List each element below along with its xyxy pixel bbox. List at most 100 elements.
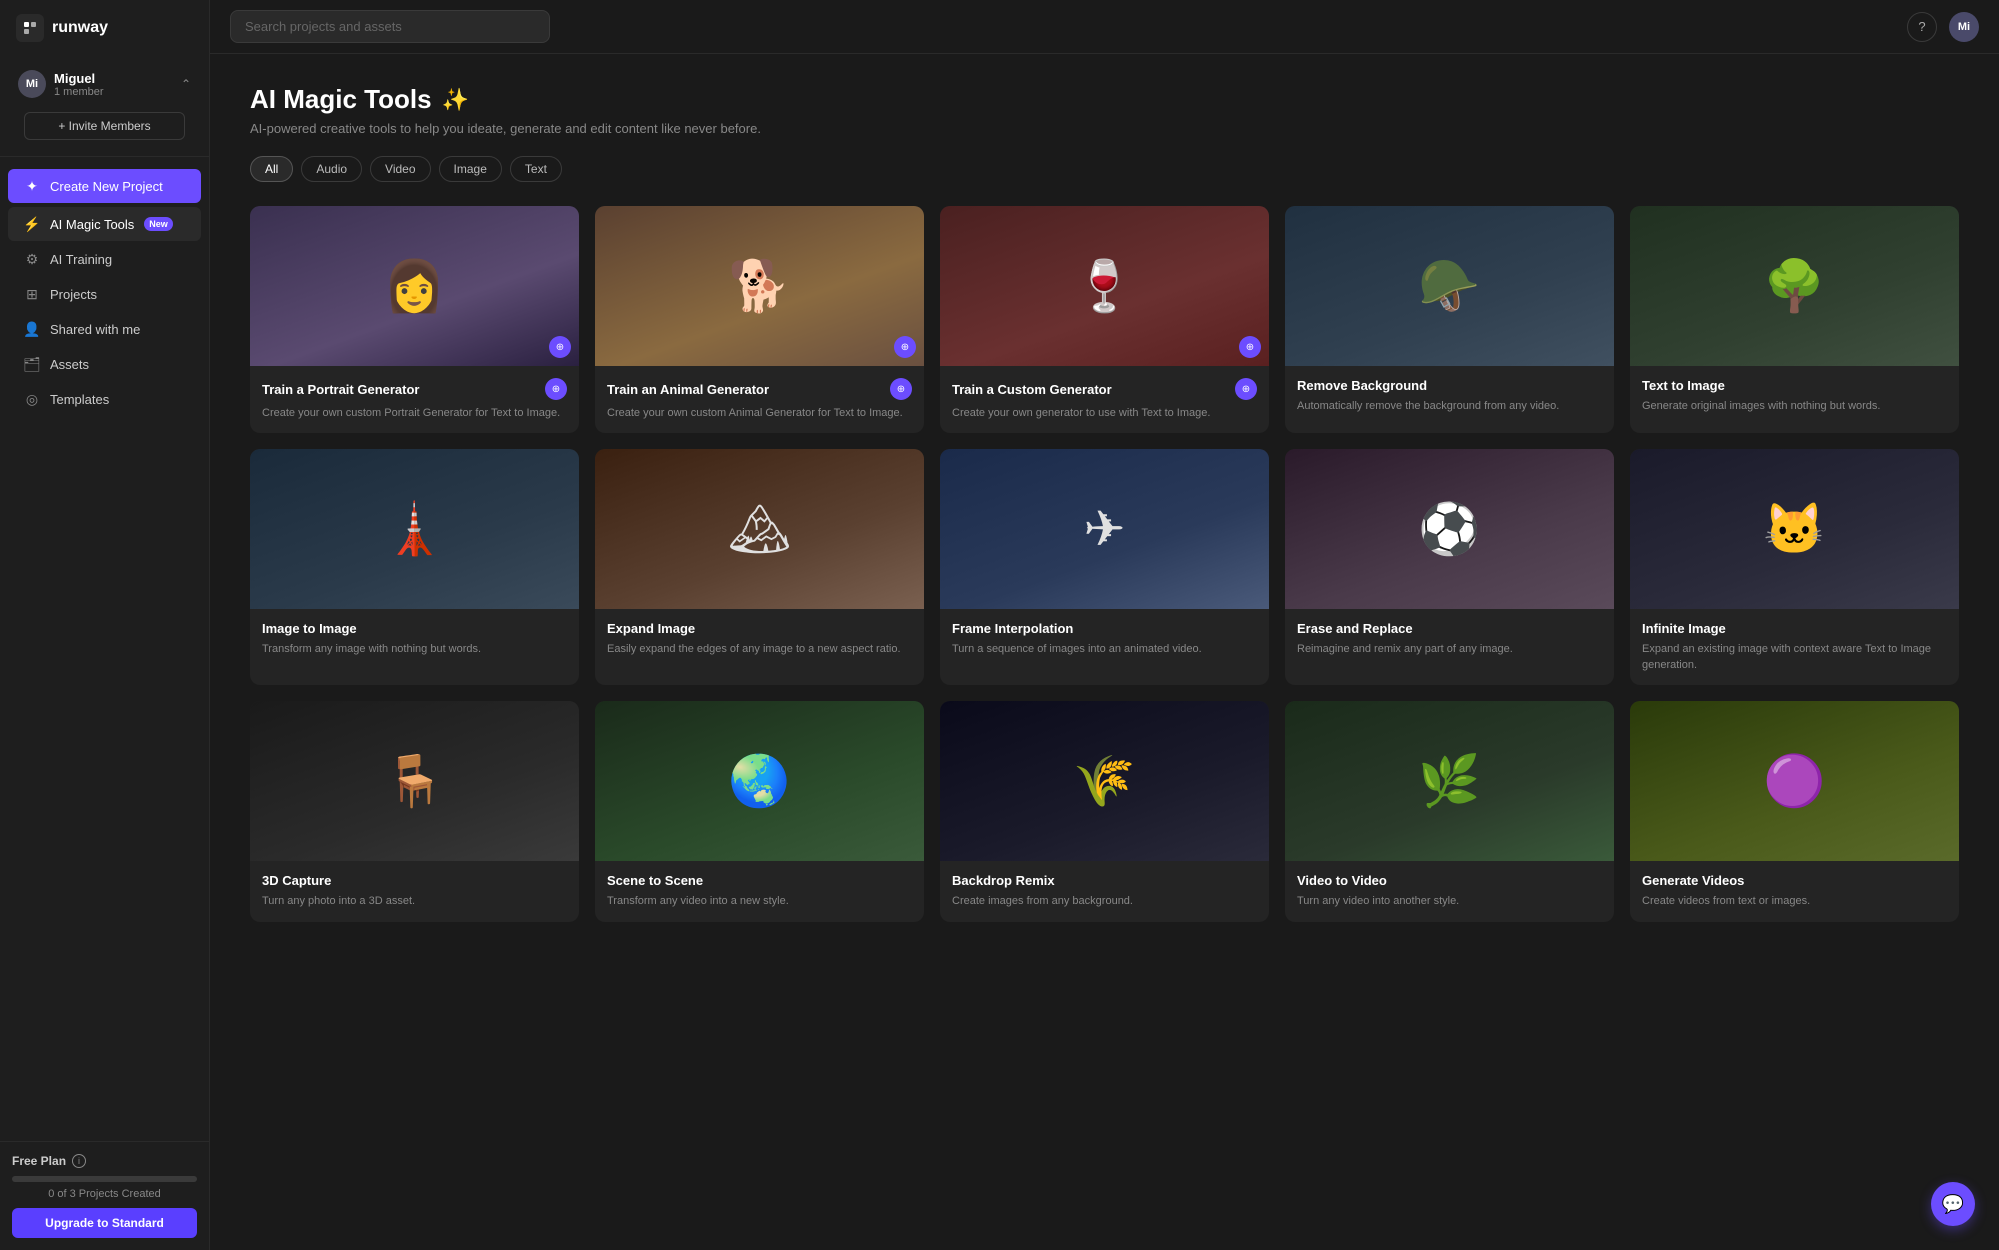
tool-card-custom-generator[interactable]: 🍷⊕Train a Custom Generator⊕Create your o…	[940, 206, 1269, 433]
filter-tab-video[interactable]: Video	[370, 156, 430, 182]
filter-tabs: All Audio Video Image Text	[250, 156, 1959, 182]
tool-title-remove-background: Remove Background	[1297, 378, 1427, 393]
filter-tab-image[interactable]: Image	[439, 156, 502, 182]
tool-card-portrait-generator[interactable]: 👩⊕Train a Portrait Generator⊕Create your…	[250, 206, 579, 433]
tool-title-erase-and-replace: Erase and Replace	[1297, 621, 1413, 636]
tool-card-row3e[interactable]: 🟣Generate VideosCreate videos from text …	[1630, 701, 1959, 921]
tool-title-infinite-image: Infinite Image	[1642, 621, 1726, 636]
plus-icon: ✦	[24, 178, 40, 194]
training-icon: ⚙	[24, 251, 40, 267]
tool-card-row3c[interactable]: 🌾Backdrop RemixCreate images from any ba…	[940, 701, 1269, 921]
sidebar-item-assets[interactable]: 🗂 Assets	[8, 347, 201, 381]
tool-card-image-portrait-generator: 👩⊕	[250, 206, 579, 366]
filter-tab-all[interactable]: All	[250, 156, 293, 182]
tool-title-custom-generator: Train a Custom Generator	[952, 382, 1112, 397]
assets-icon: 🗂	[24, 356, 40, 372]
tool-desc-animal-generator: Create your own custom Animal Generator …	[607, 406, 912, 421]
info-icon[interactable]: i	[72, 1154, 86, 1168]
ai-training-label: AI Training	[50, 252, 112, 267]
workspace-row[interactable]: Mi Miguel 1 member ⌃	[12, 64, 197, 104]
tool-title-row3b: Scene to Scene	[607, 873, 703, 888]
free-plan-label: Free Plan	[12, 1154, 66, 1168]
chat-bubble-button[interactable]: 💬	[1931, 1182, 1975, 1226]
tool-title-row3d: Video to Video	[1297, 873, 1387, 888]
upgrade-button[interactable]: Upgrade to Standard	[12, 1208, 197, 1238]
ai-magic-tools-label: AI Magic Tools	[50, 217, 134, 232]
tool-desc-remove-background: Automatically remove the background from…	[1297, 399, 1602, 414]
tool-title-row3e: Generate Videos	[1642, 873, 1744, 888]
page-title: AI Magic Tools	[250, 84, 432, 115]
tool-badge-icon-animal-generator: ⊕	[890, 378, 912, 400]
sidebar-item-create-project[interactable]: ✦ Create New Project	[8, 169, 201, 203]
projects-icon: ⊞	[24, 286, 40, 302]
tool-desc-frame-interpolation: Turn a sequence of images into an animat…	[952, 642, 1257, 657]
shared-label: Shared with me	[50, 322, 140, 337]
page-title-row: AI Magic Tools ✨	[250, 84, 1959, 115]
assets-label: Assets	[50, 357, 89, 372]
sidebar-item-projects[interactable]: ⊞ Projects	[8, 277, 201, 311]
filter-tab-text[interactable]: Text	[510, 156, 562, 182]
tool-card-row3a[interactable]: 🪑3D CaptureTurn any photo into a 3D asse…	[250, 701, 579, 921]
sidebar-item-shared[interactable]: 👤 Shared with me	[8, 312, 201, 346]
tool-card-animal-generator[interactable]: 🐕⊕Train an Animal Generator⊕Create your …	[595, 206, 924, 433]
top-bar-right: ? Mi	[1907, 12, 1979, 42]
logo-icon	[16, 14, 44, 42]
sidebar-footer: Free Plan i 0 of 3 Projects Created Upgr…	[0, 1141, 209, 1250]
page-header: AI Magic Tools ✨ AI-powered creative too…	[250, 84, 1959, 136]
tool-card-remove-background[interactable]: 🪖 Remove Background Automatically remove t…	[1285, 206, 1614, 433]
sidebar-nav: ✦ Create New Project ⚡ AI Magic Tools Ne…	[0, 157, 209, 1141]
tool-desc-custom-generator: Create your own generator to use with Te…	[952, 406, 1257, 421]
shared-icon: 👤	[24, 321, 40, 337]
tool-desc-image-to-image: Transform any image with nothing but wor…	[262, 642, 567, 657]
invite-members-button[interactable]: + Invite Members	[24, 112, 185, 140]
tool-card-erase-and-replace[interactable]: ⚽Erase and ReplaceReimagine and remix an…	[1285, 449, 1614, 685]
tool-desc-expand-image: Easily expand the edges of any image to …	[607, 642, 912, 657]
page-subtitle: AI-powered creative tools to help you id…	[250, 121, 1959, 136]
tool-desc-row3e: Create videos from text or images.	[1642, 894, 1947, 909]
tool-desc-row3d: Turn any video into another style.	[1297, 894, 1602, 909]
tool-card-image-infinite-image: 🐱	[1630, 449, 1959, 609]
tool-title-frame-interpolation: Frame Interpolation	[952, 621, 1073, 636]
tool-desc-portrait-generator: Create your own custom Portrait Generato…	[262, 406, 567, 421]
templates-label: Templates	[50, 392, 109, 407]
main-content: ? Mi AI Magic Tools ✨ AI-powered creativ…	[210, 0, 1999, 1250]
workspace-section: Mi Miguel 1 member ⌃ + Invite Members	[0, 56, 209, 157]
tool-desc-text-to-image: Generate original images with nothing bu…	[1642, 399, 1947, 414]
create-project-label: Create New Project	[50, 179, 163, 194]
tool-card-infinite-image[interactable]: 🐱Infinite ImageExpand an existing image …	[1630, 449, 1959, 685]
templates-icon: ◎	[24, 391, 40, 407]
tool-card-frame-interpolation[interactable]: ✈ Frame Interpolation Turn a sequence of i…	[940, 449, 1269, 685]
tool-card-image-text-to-image: 🌳	[1630, 206, 1959, 366]
search-input[interactable]	[230, 10, 550, 43]
logo-area: runway	[0, 0, 209, 56]
user-avatar[interactable]: Mi	[1949, 12, 1979, 42]
tool-card-image-frame-interpolation: ✈	[940, 449, 1269, 609]
tool-card-badge: ⊕	[894, 336, 916, 358]
projects-count-label: 0 of 3 Projects Created	[12, 1188, 197, 1200]
tool-card-image-row3a: 🪑	[250, 701, 579, 861]
free-plan-row: Free Plan i	[12, 1154, 197, 1168]
tool-card-text-to-image[interactable]: 🌳Text to ImageGenerate original images w…	[1630, 206, 1959, 433]
top-bar: ? Mi	[210, 0, 1999, 54]
tool-title-row3c: Backdrop Remix	[952, 873, 1055, 888]
tool-card-expand-image[interactable]: 🏔Expand ImageEasily expand the edges of …	[595, 449, 924, 685]
tool-card-image-custom-generator: 🍷⊕	[940, 206, 1269, 366]
tool-card-image-to-image[interactable]: 🗼Image to ImageTransform any image with …	[250, 449, 579, 685]
progress-bar	[12, 1176, 197, 1182]
tool-desc-row3a: Turn any photo into a 3D asset.	[262, 894, 567, 909]
sidebar: runway Mi Miguel 1 member ⌃ + Invite Mem…	[0, 0, 210, 1250]
help-button[interactable]: ?	[1907, 12, 1937, 42]
workspace-avatar: Mi	[18, 70, 46, 98]
sidebar-item-ai-magic-tools[interactable]: ⚡ AI Magic Tools New	[8, 207, 201, 241]
sidebar-item-templates[interactable]: ◎ Templates	[8, 382, 201, 416]
page-content: AI Magic Tools ✨ AI-powered creative too…	[210, 54, 1999, 1250]
filter-tab-audio[interactable]: Audio	[301, 156, 362, 182]
tool-card-row3d[interactable]: 🌿Video to VideoTurn any video into anoth…	[1285, 701, 1614, 921]
new-badge: New	[144, 217, 173, 231]
workspace-sub: 1 member	[54, 86, 104, 98]
tool-desc-row3b: Transform any video into a new style.	[607, 894, 912, 909]
tools-grid: 👩⊕Train a Portrait Generator⊕Create your…	[250, 206, 1959, 922]
tool-card-row3b[interactable]: 🌏Scene to SceneTransform any video into …	[595, 701, 924, 921]
sidebar-item-ai-training[interactable]: ⚙ AI Training	[8, 242, 201, 276]
tool-card-image-remove-background: 🪖	[1285, 206, 1614, 366]
